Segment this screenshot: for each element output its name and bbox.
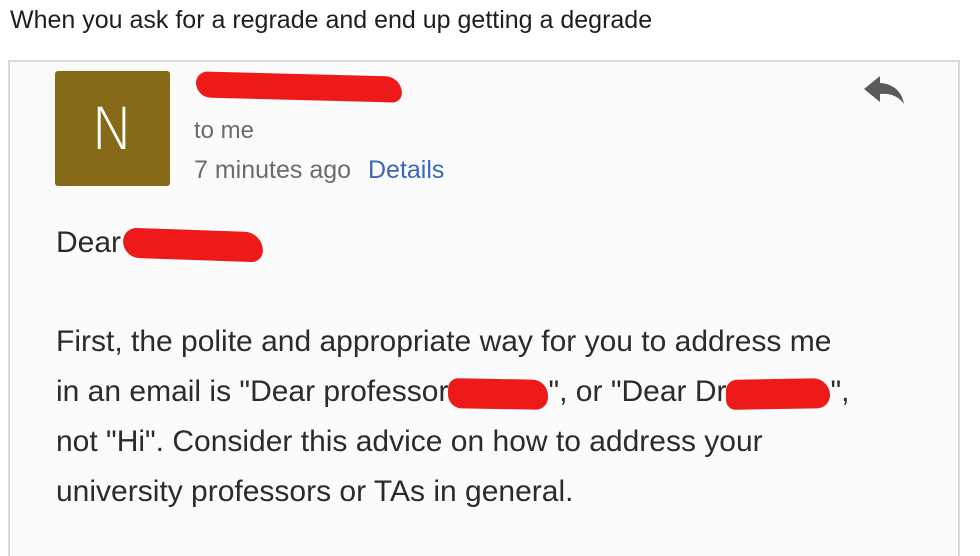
sender-name-redaction [195, 71, 403, 103]
email-screenshot: N to me 7 minutes ago Details Dear First… [8, 60, 960, 556]
greeting-text: Dear [56, 226, 122, 259]
body-line-2-part-b: ", or "Dear Dr [548, 375, 727, 408]
email-body-line-2: in an email is "Dear professor ", or "De… [56, 375, 850, 410]
email-meta: 7 minutes ago Details [194, 156, 444, 185]
post-caption: When you ask for a regrade and end up ge… [10, 6, 653, 34]
recipient-name-redaction [122, 227, 264, 263]
email-body-line-1: First, the polite and appropriate way fo… [56, 325, 832, 358]
sender-avatar[interactable]: N [55, 71, 170, 186]
email-greeting: Dear [56, 226, 264, 263]
reply-arrow-icon[interactable] [862, 74, 906, 106]
details-link[interactable]: Details [368, 156, 444, 184]
email-body-line-3: not "Hi". Consider this advice on how to… [56, 425, 763, 458]
email-body-line-4: university professors or TAs in general. [56, 475, 574, 508]
body-line-2-part-a: in an email is "Dear professor [56, 375, 449, 408]
meme-page: When you ask for a regrade and end up ge… [0, 0, 980, 556]
recipient-label: to me [194, 117, 255, 144]
email-timestamp: 7 minutes ago [194, 156, 352, 184]
professor-name-redaction [448, 377, 549, 410]
body-line-2-part-c: ", [830, 375, 850, 408]
doctor-name-redaction [726, 377, 831, 410]
